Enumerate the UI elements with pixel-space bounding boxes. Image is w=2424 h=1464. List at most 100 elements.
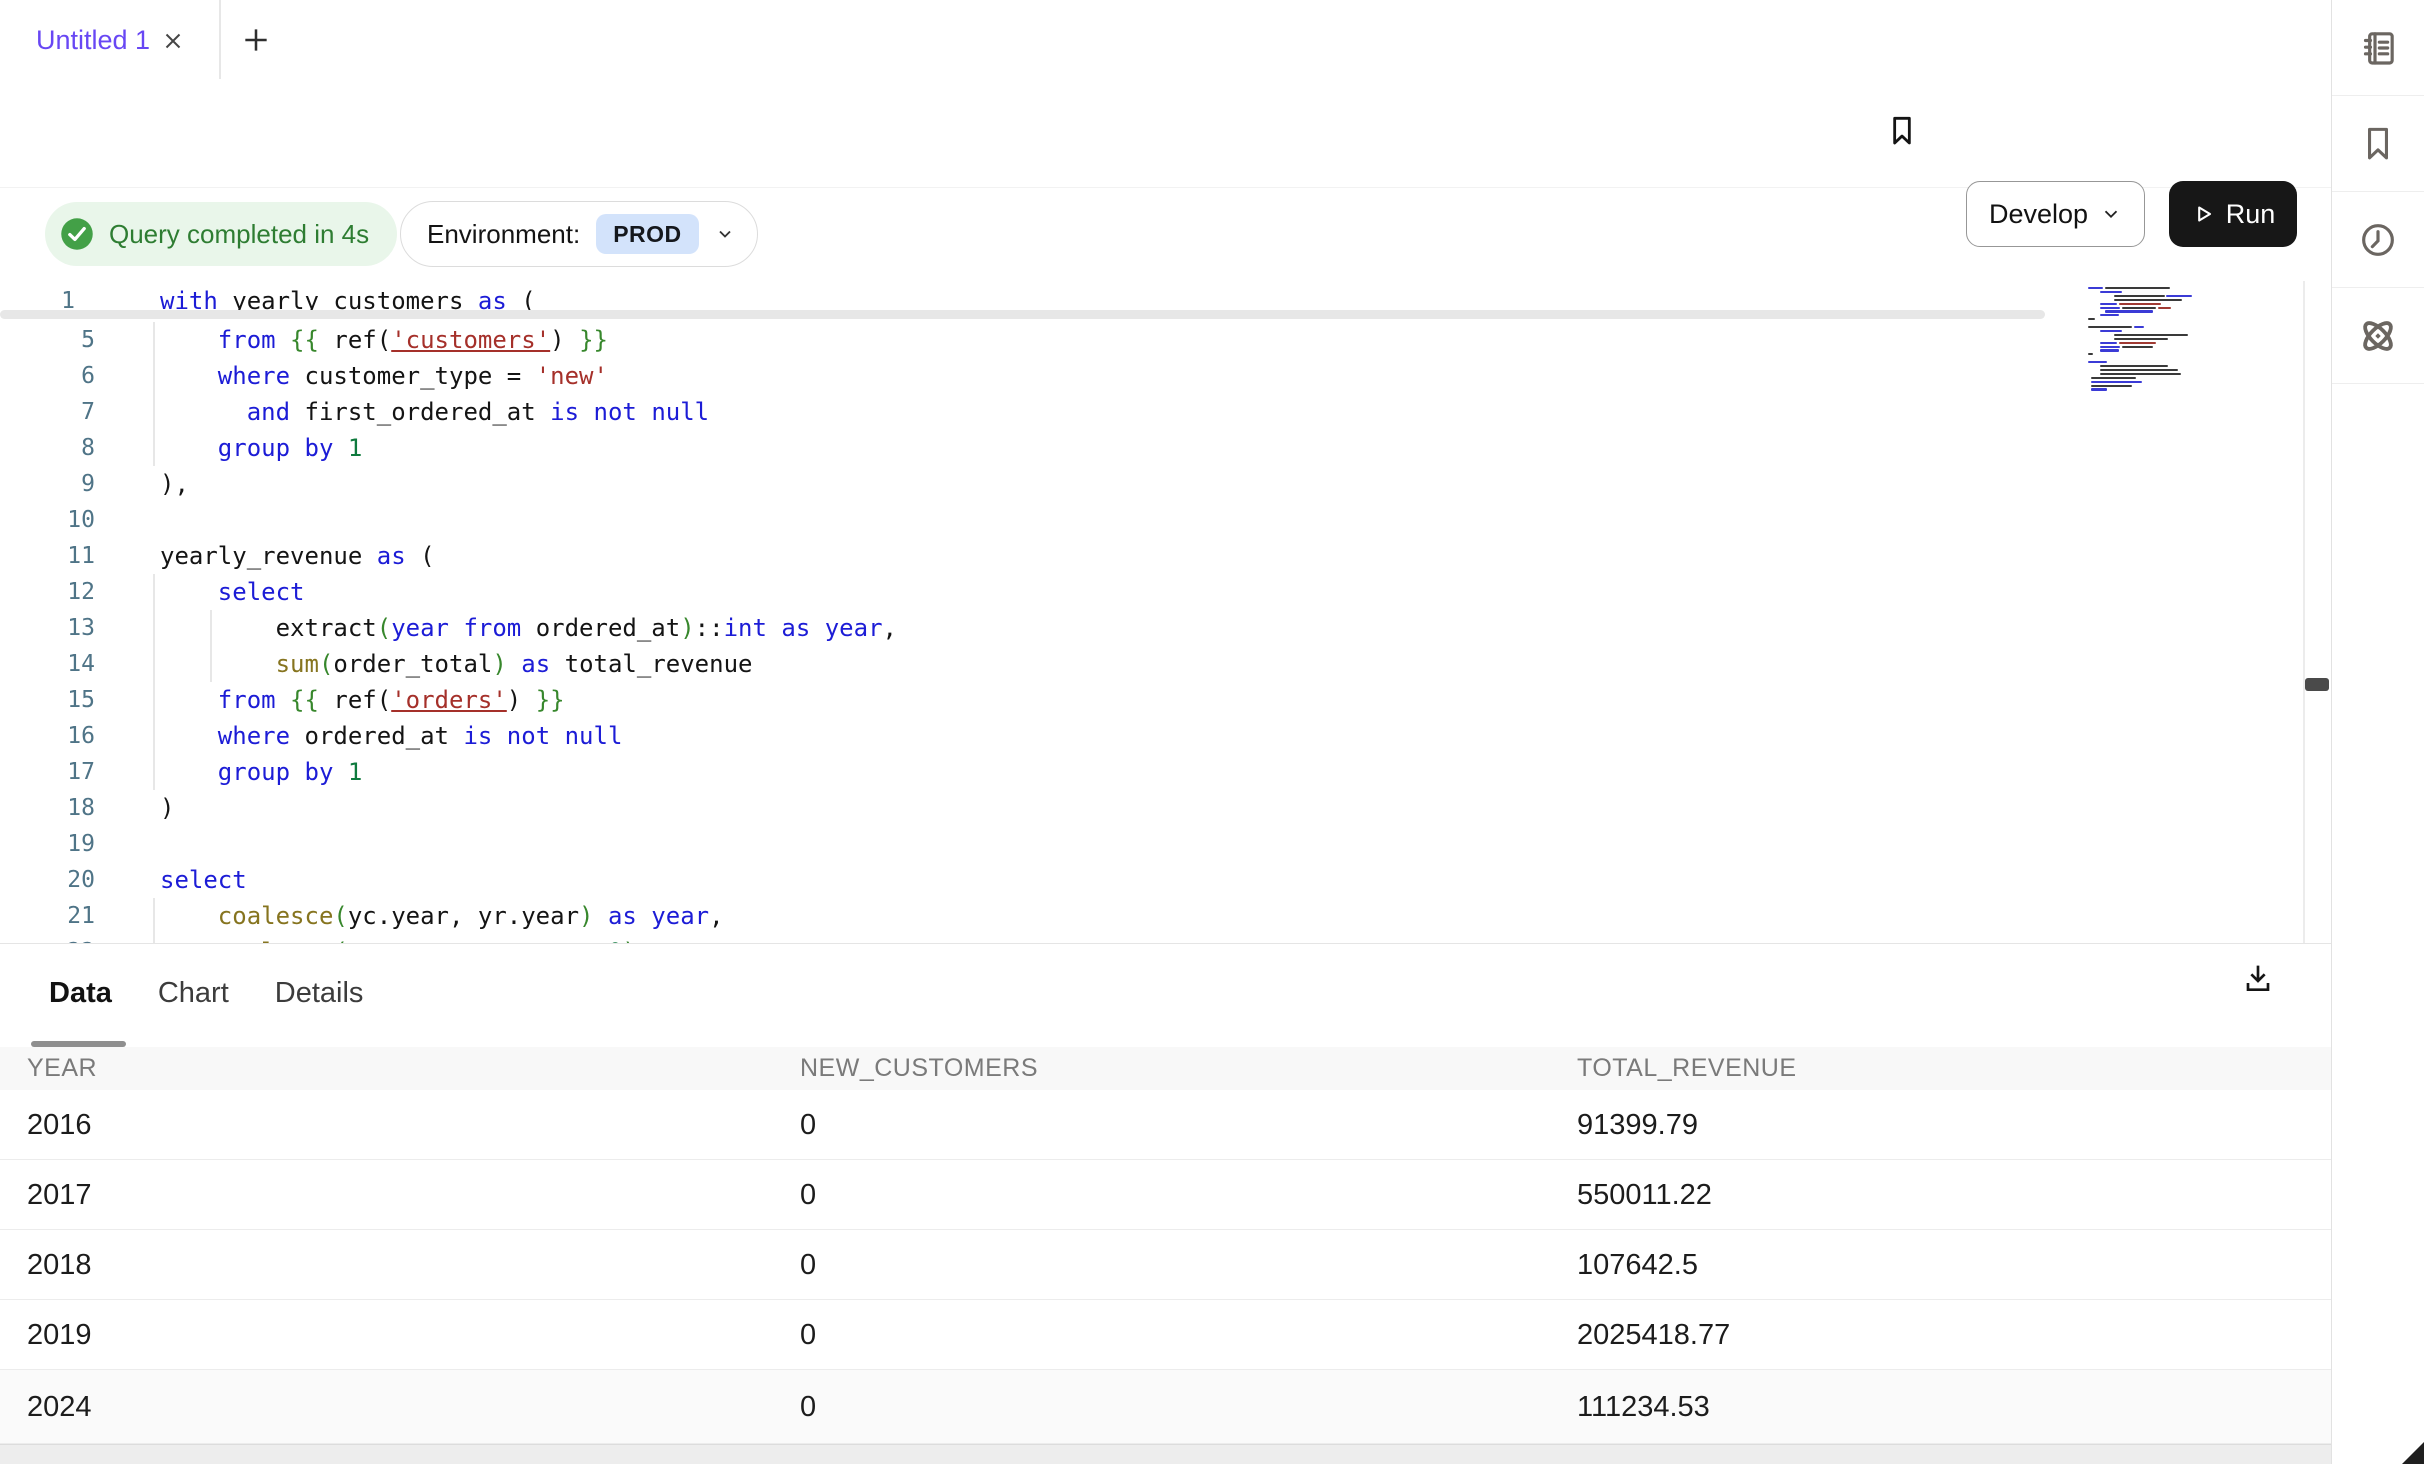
code-text: ), — [160, 466, 189, 502]
right-sidebar — [2331, 0, 2424, 1464]
indent-guide — [153, 610, 155, 646]
cell-total_revenue: 550011.22 — [1577, 1160, 1712, 1230]
tab-chart[interactable]: Chart — [158, 977, 229, 1010]
minimap-line — [2100, 369, 2178, 371]
cell-year: 2024 — [27, 1370, 92, 1444]
tab-untitled-1[interactable]: Untitled 1 — [36, 0, 150, 80]
code-line-22[interactable]: 22 coalesce(yc.new_customers, 0) as new_… — [0, 934, 2300, 943]
code-line-21[interactable]: 21 coalesce(yc.year, yr.year) as year, — [0, 898, 2300, 934]
bookmark-icon[interactable] — [1886, 112, 1918, 150]
code-line-16[interactable]: 16 where ordered_at is not null — [0, 718, 2300, 754]
table-header: YEAR NEW_CUSTOMERS TOTAL_REVENUE — [0, 1047, 2331, 1090]
table-row[interactable]: 2016091399.79 — [0, 1090, 2331, 1160]
code-text: yearly_revenue as ( — [160, 538, 435, 574]
table-row[interactable]: 20170550011.22 — [0, 1160, 2331, 1230]
code-text: select — [160, 574, 305, 610]
indent-guide — [153, 430, 155, 466]
minimap-line — [2091, 377, 2135, 379]
sidebar-item-history[interactable] — [2332, 192, 2424, 288]
develop-label: Develop — [1989, 199, 2088, 230]
new-tab-plus-icon[interactable] — [240, 24, 272, 56]
code-line-14[interactable]: 14 sum(order_total) as total_revenue — [0, 646, 2300, 682]
code-line-17[interactable]: 17 group by 1 — [0, 754, 2300, 790]
line-number: 20 — [0, 862, 95, 898]
download-icon[interactable] — [2242, 961, 2274, 997]
minimap-line — [2100, 330, 2122, 332]
environment-select[interactable]: Environment: PROD — [400, 201, 758, 267]
indent-guide — [153, 646, 155, 682]
resize-corner[interactable] — [2402, 1442, 2424, 1464]
bookmark-icon — [2359, 124, 2397, 164]
code-line-13[interactable]: 13 extract(year from ordered_at)::int as… — [0, 610, 2300, 646]
code-line-5[interactable]: 5 from {{ ref('customers') }} — [0, 322, 2300, 358]
environment-label: Environment: — [427, 219, 580, 250]
code-line-18[interactable]: 18) — [0, 790, 2300, 826]
minimap-line — [2114, 299, 2182, 301]
table-horizontal-scrollbar[interactable] — [0, 1444, 2331, 1464]
query-status-badge: Query completed in 4s — [45, 202, 397, 266]
code-line-15[interactable]: 15 from {{ ref('orders') }} — [0, 682, 2300, 718]
lineage-knot-icon — [2357, 315, 2399, 357]
column-header-new_customers: NEW_CUSTOMERS — [800, 1047, 1038, 1090]
run-button[interactable]: Run — [2169, 181, 2297, 247]
code-line-19[interactable]: 19 — [0, 826, 2300, 862]
line-number: 11 — [0, 538, 95, 574]
cell-total_revenue: 107642.5 — [1577, 1230, 1698, 1300]
minimap-line — [2134, 326, 2144, 328]
cell-new_customers: 0 — [800, 1090, 816, 1160]
column-header-year: YEAR — [27, 1047, 97, 1090]
code-line-8[interactable]: 8 group by 1 — [0, 430, 2300, 466]
toolbar: Develop Run — [0, 80, 2331, 188]
check-circle-icon — [59, 216, 95, 252]
line-number: 15 — [0, 682, 95, 718]
code-line-9[interactable]: 9), — [0, 466, 2300, 502]
code-text: where ordered_at is not null — [160, 718, 622, 754]
line-number: 16 — [0, 718, 95, 754]
code-line-6[interactable]: 6 where customer_type = 'new' — [0, 358, 2300, 394]
code-editor[interactable]: 1with yearly_customers as (5 from {{ ref… — [0, 281, 2331, 943]
table-row[interactable]: 20240111234.53 — [0, 1370, 2331, 1444]
sidebar-item-notebook[interactable] — [2332, 0, 2424, 96]
indent-guide — [153, 358, 155, 394]
code-line-20[interactable]: 20select — [0, 862, 2300, 898]
table-row[interactable]: 201902025418.77 — [0, 1300, 2331, 1370]
horizontal-scrollbar[interactable] — [0, 310, 2045, 319]
develop-button[interactable]: Develop — [1966, 181, 2145, 247]
run-label: Run — [2226, 199, 2276, 230]
cell-year: 2019 — [27, 1300, 92, 1370]
minimap-line — [2100, 342, 2117, 344]
query-status-text: Query completed in 4s — [109, 219, 369, 250]
code-text: coalesce(yc.year, yr.year) as year, — [160, 898, 724, 934]
indent-guide — [153, 574, 155, 610]
tab-data[interactable]: Data — [49, 977, 112, 1010]
sidebar-item-bookmarks[interactable] — [2332, 96, 2424, 192]
column-header-total_revenue: TOTAL_REVENUE — [1577, 1047, 1797, 1090]
indent-guide — [153, 394, 155, 430]
scrollbar-thumb[interactable] — [2305, 678, 2329, 691]
indent-guide — [153, 682, 155, 718]
line-number: 17 — [0, 754, 95, 790]
minimap-line — [2166, 295, 2192, 297]
minimap-line — [2119, 303, 2162, 305]
close-tab-icon[interactable] — [160, 28, 186, 54]
indent-guide — [153, 898, 155, 934]
line-number: 5 — [0, 322, 95, 358]
line-number: 9 — [0, 466, 95, 502]
minimap-line — [2158, 307, 2172, 309]
line-number: 8 — [0, 430, 95, 466]
code-line-12[interactable]: 12 select — [0, 574, 2300, 610]
tab-details[interactable]: Details — [275, 977, 364, 1010]
code-line-10[interactable]: 10 — [0, 502, 2300, 538]
minimap-line — [2105, 287, 2170, 289]
line-number: 21 — [0, 898, 95, 934]
table-row[interactable]: 20180107642.5 — [0, 1230, 2331, 1300]
minimap-line — [2100, 307, 2120, 309]
code-line-11[interactable]: 11 yearly_revenue as ( — [0, 538, 2300, 574]
indent-guide — [153, 754, 155, 790]
minimap-line — [2100, 314, 2119, 316]
code-line-7[interactable]: 7 and first_ordered_at is not null — [0, 394, 2300, 430]
minimap[interactable] — [2088, 287, 2278, 397]
minimap-line — [2100, 349, 2119, 351]
code-text: group by 1 — [160, 754, 362, 790]
sidebar-item-lineage[interactable] — [2332, 288, 2424, 384]
